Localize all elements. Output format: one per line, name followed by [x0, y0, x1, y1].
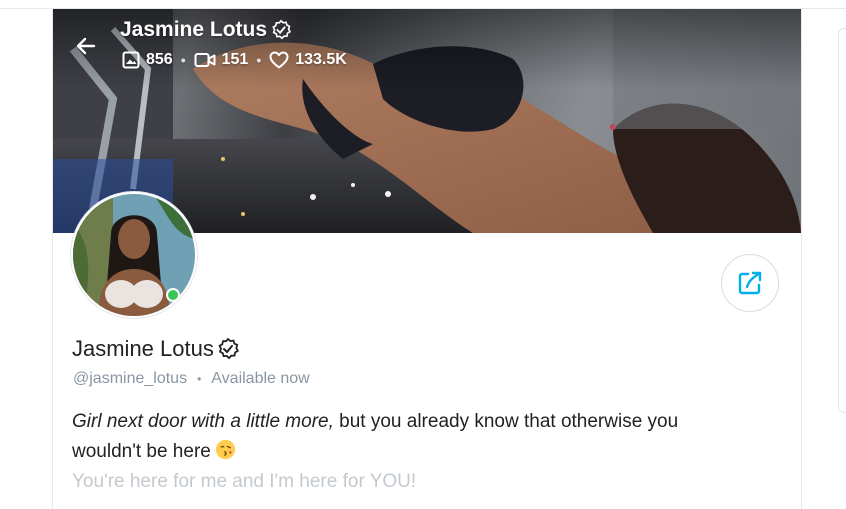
heart-icon — [269, 51, 289, 69]
handle-separator: • — [197, 372, 202, 386]
cover-name: Jasmine Lotus — [120, 18, 292, 42]
handle-row: @jasmine_lotus • Available now — [73, 370, 310, 388]
username-handle: @jasmine_lotus — [73, 370, 188, 387]
cover-stats: 856 • 151 • 133.5K — [122, 51, 347, 69]
verified-badge-icon — [272, 19, 292, 40]
profile-name: Jasmine Lotus — [72, 336, 240, 362]
image-icon — [122, 51, 140, 69]
videos-count: 151 — [221, 51, 249, 68]
bio-text: Girl next door with a little more, but y… — [72, 407, 752, 467]
photos-count: 856 — [146, 51, 173, 68]
stats-separator: • — [180, 52, 186, 68]
profile-name-text: Jasmine Lotus — [72, 336, 214, 361]
stats-separator: • — [256, 52, 262, 68]
bio-italic-text: Girl next door with a little more, — [72, 411, 334, 432]
online-status-indicator — [166, 288, 180, 302]
verified-badge-icon — [218, 337, 239, 360]
top-bar-divider — [0, 0, 846, 9]
cover-name-text: Jasmine Lotus — [120, 18, 268, 41]
photos-stat: 856 — [122, 51, 173, 69]
share-button[interactable] — [721, 254, 779, 312]
arrow-left-icon — [76, 37, 96, 55]
right-side-panel — [838, 28, 846, 413]
video-icon — [194, 53, 216, 67]
videos-stat: 151 — [194, 51, 249, 69]
share-icon — [738, 271, 762, 295]
profile-card: Jasmine Lotus 856 • 151 • 133.5K Jasmine… — [52, 9, 802, 509]
bio-faded-text: You're here for me and I'm here for YOU! — [72, 471, 417, 492]
likes-count: 133.5K — [295, 51, 347, 68]
availability-status: Available now — [211, 370, 310, 387]
kissing-face-emoji-icon — [215, 439, 235, 460]
likes-stat: 133.5K — [269, 51, 347, 69]
back-button[interactable] — [71, 31, 101, 61]
